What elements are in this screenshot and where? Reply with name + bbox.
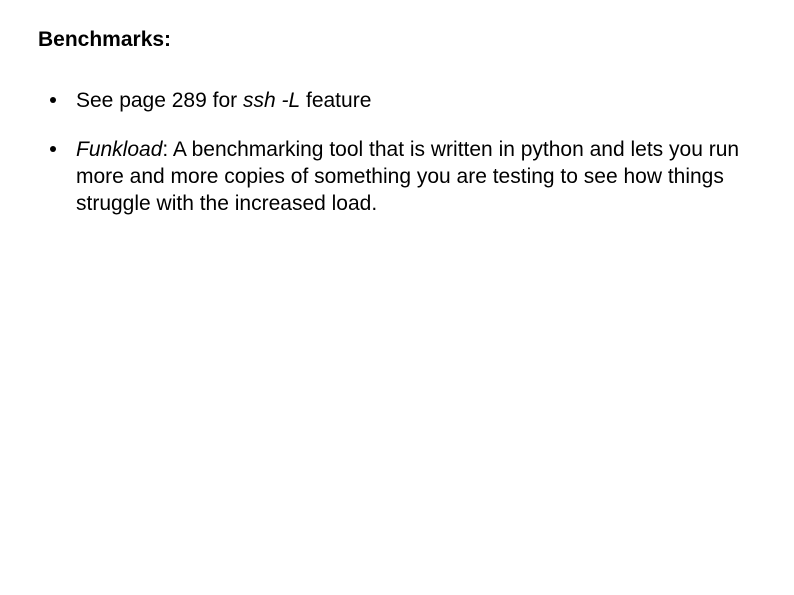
bullet-icon [50,97,56,103]
bullet-list: See page 289 for ssh -L feature Funkload… [38,88,756,218]
list-item: See page 289 for ssh -L feature [50,88,756,115]
page-heading: Benchmarks: [38,28,756,52]
item-text-italic: Funkload [76,138,162,161]
item-text-suffix: feature [300,89,371,112]
item-text-italic: ssh -L [243,89,300,112]
list-item: Funkload: A benchmarking tool that is wr… [50,137,756,218]
item-text-prefix: See page 289 for [76,89,243,112]
bullet-icon [50,146,56,152]
item-text-suffix: : A benchmarking tool that is written in… [76,138,739,215]
